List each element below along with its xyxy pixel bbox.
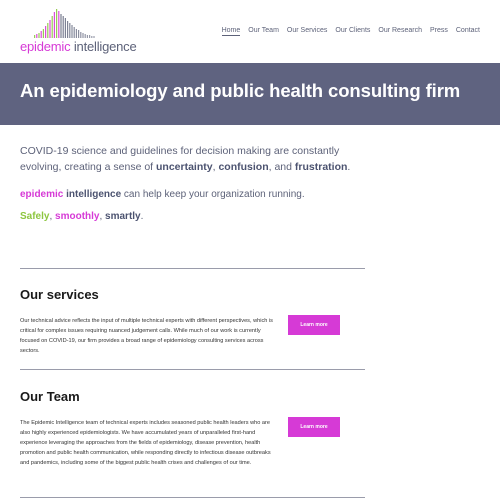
services-body: Our technical advice reflects the input …	[20, 318, 273, 354]
ei-word-epidemic: epidemic	[20, 189, 64, 200]
intro-sep2: , and	[268, 161, 295, 173]
logo-word-intelligence: intelligence	[73, 39, 137, 54]
nav-contact[interactable]: Contact	[456, 27, 480, 36]
site-header: epidemic intelligence Home Our Team Our …	[0, 0, 500, 63]
team-title: Our Team	[20, 389, 80, 404]
intro-end: .	[347, 161, 351, 173]
services-learn-more-button[interactable]: Learn more	[288, 315, 340, 335]
tagline: Safely, smoothly, smartly.	[20, 211, 143, 222]
hero-title: An epidemiology and public health consul…	[20, 80, 461, 101]
team-body: The Epidemic Intelligence team of techni…	[20, 420, 271, 466]
tag-smartly: smartly	[105, 211, 141, 222]
intro-frustration: frustration	[294, 161, 348, 173]
intro-uncertainty: uncertainty	[156, 161, 213, 173]
logo-wave-icon	[34, 9, 95, 38]
tag-end: .	[140, 211, 144, 222]
intro-paragraph: COVID-19 science and guidelines for deci…	[20, 143, 370, 175]
nav-our-team[interactable]: Our Team	[248, 27, 279, 36]
nav-press[interactable]: Press	[430, 27, 448, 36]
ei-rest: can help keep your organization running.	[121, 189, 305, 200]
divider	[20, 268, 365, 269]
site-logo[interactable]: epidemic intelligence	[20, 8, 140, 54]
logo-wordmark: epidemic intelligence	[20, 39, 137, 54]
team-learn-more-button[interactable]: Learn more	[288, 417, 340, 437]
divider	[20, 497, 365, 498]
nav-our-clients[interactable]: Our Clients	[335, 27, 370, 36]
nav-home[interactable]: Home	[221, 27, 241, 36]
divider	[20, 369, 365, 370]
hero-banner: An epidemiology and public health consul…	[0, 63, 500, 125]
nav-our-research[interactable]: Our Research	[378, 27, 422, 36]
main-nav: Home Our Team Our Services Our Clients O…	[221, 27, 480, 36]
tag-safely: Safely	[20, 211, 50, 222]
ei-word-intelligence: intelligence	[66, 189, 122, 200]
nav-our-services[interactable]: Our Services	[287, 27, 327, 36]
services-title: Our services	[20, 287, 99, 302]
ei-statement: epidemic intelligence can help keep your…	[20, 189, 305, 200]
tag-smoothly: smoothly	[55, 211, 100, 222]
intro-confusion: confusion	[218, 161, 269, 173]
logo-word-epidemic: epidemic	[20, 39, 71, 54]
